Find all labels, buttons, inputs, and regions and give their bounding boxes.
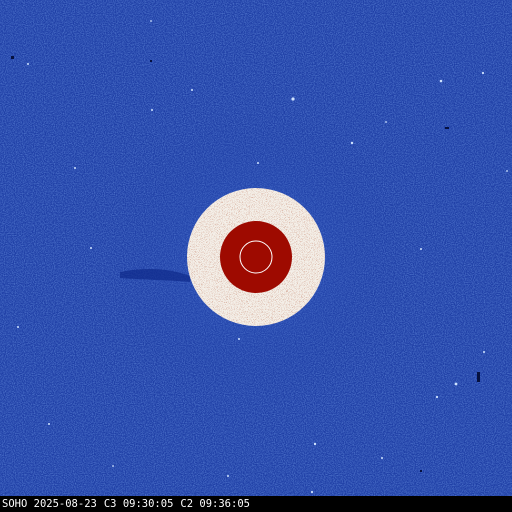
c2-time: 09:36:05 [199, 498, 250, 510]
star [483, 351, 485, 353]
speck [11, 56, 14, 59]
c2-label: C2 [180, 498, 194, 510]
star [90, 247, 92, 249]
star [227, 475, 229, 477]
star [238, 338, 240, 340]
star [385, 121, 387, 123]
star [481, 71, 485, 75]
star [74, 167, 76, 169]
star [17, 326, 19, 328]
star [257, 162, 259, 164]
speck [150, 60, 152, 62]
coronagraph-image [0, 0, 512, 496]
star [439, 79, 443, 83]
caption-bar: SOHO 2025-08-23 C3 09:30:05 C2 09:36:05 [0, 496, 512, 512]
star [27, 63, 29, 65]
star [381, 457, 383, 459]
caption: SOHO 2025-08-23 C3 09:30:05 C2 09:36:05 [2, 497, 250, 511]
image-date: 2025-08-23 [33, 498, 97, 510]
coronagraph-frame: SOHO 2025-08-23 C3 09:30:05 C2 09:36:05 [0, 0, 512, 512]
speck [477, 372, 480, 382]
star [151, 109, 153, 111]
star [435, 395, 439, 399]
observatory-label: SOHO [2, 498, 28, 510]
star [191, 89, 193, 91]
star [48, 423, 50, 425]
occulter-disk [187, 188, 325, 326]
c3-label: C3 [103, 498, 117, 510]
star [291, 97, 295, 101]
star [454, 382, 458, 386]
c3-time: 09:30:05 [122, 498, 174, 510]
star [310, 490, 314, 494]
star [313, 442, 317, 446]
star [150, 20, 152, 22]
speck [445, 127, 449, 129]
occulter-inner [220, 221, 292, 293]
star [420, 248, 422, 250]
star [112, 465, 114, 467]
star [506, 170, 508, 172]
speck [420, 470, 422, 472]
star [350, 141, 354, 145]
